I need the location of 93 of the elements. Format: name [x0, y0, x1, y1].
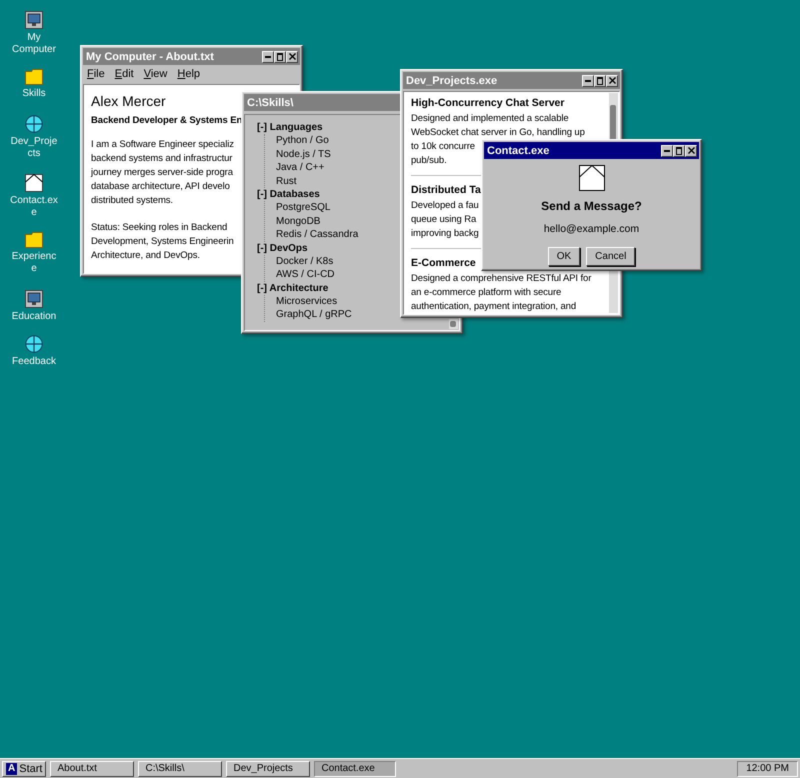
- title-bar[interactable]: My Computer - About.txt: [83, 48, 300, 65]
- close-icon: [288, 53, 296, 60]
- dialog-button[interactable]: OK: [548, 247, 580, 266]
- tree-category[interactable]: [-] DevOps: [257, 242, 308, 254]
- tree-item[interactable]: MongoDB: [276, 214, 320, 228]
- tree-category[interactable]: [-] Architecture: [257, 282, 328, 294]
- close-button[interactable]: [685, 144, 697, 156]
- text-line: journey merges server-side progra: [91, 166, 233, 180]
- tree-item[interactable]: Rust: [276, 174, 297, 188]
- maximize-icon: [597, 76, 603, 84]
- project-description: WebSocket chat server in Go, handling up: [411, 126, 585, 140]
- window-title: Contact.exe: [487, 144, 550, 156]
- menu-item[interactable]: File: [87, 68, 105, 80]
- tree-item[interactable]: Python / Go: [276, 134, 329, 148]
- project-description: to 10k concurre: [411, 140, 475, 154]
- envelope-icon[interactable]: [25, 174, 43, 192]
- maximize-button[interactable]: [274, 50, 286, 62]
- project-description: an e-commerce platform with secure: [411, 286, 562, 300]
- window-title: C:\Skills\: [247, 96, 294, 108]
- text-line: Architecture, and DevOps.: [91, 249, 200, 263]
- project-description: authentication, payment integration, and: [411, 300, 576, 314]
- close-button[interactable]: [286, 50, 298, 62]
- title-bar[interactable]: Dev_Projects.exe: [403, 72, 620, 89]
- maximize-icon: [277, 52, 283, 60]
- taskbar-button[interactable]: About.txt: [50, 760, 134, 776]
- tree-category[interactable]: [-] Databases: [257, 188, 320, 201]
- tree-item[interactable]: Microservices: [276, 294, 338, 308]
- tree-item[interactable]: PostgreSQL: [276, 201, 330, 214]
- globe-icon[interactable]: [25, 335, 43, 353]
- tree-item[interactable]: Node.js / TS: [276, 148, 331, 161]
- dialog-heading: Send a Message?: [541, 199, 642, 213]
- person-name: Alex Mercer: [91, 93, 166, 109]
- folder-icon[interactable]: [25, 232, 43, 248]
- project-title: E-Commerce: [411, 256, 476, 270]
- minimize-button[interactable]: [582, 74, 594, 86]
- tree-item[interactable]: Docker / K8s: [276, 254, 334, 268]
- dialog-button[interactable]: Cancel: [586, 247, 636, 266]
- maximize-button[interactable]: [594, 74, 606, 86]
- title-bar[interactable]: Contact.exe: [484, 142, 699, 159]
- project-description: improving backg: [411, 227, 479, 241]
- close-icon: [688, 147, 694, 154]
- text-line: Status: Seeking roles in Backend: [91, 221, 228, 235]
- tree-item[interactable]: GraphQL / gRPC: [276, 308, 352, 322]
- project-description: Designed a comprehensive RESTful API for: [411, 272, 592, 286]
- project-description: Designed and implemented a scalable: [411, 112, 569, 126]
- text-line: distributed systems.: [91, 194, 173, 208]
- desktop-icon-label[interactable]: Feedback: [10, 356, 58, 368]
- project-title: Distributed Ta: [411, 183, 481, 197]
- minimize-icon: [664, 150, 670, 152]
- menu-item[interactable]: View: [144, 68, 168, 80]
- minimize-button[interactable]: [661, 144, 673, 156]
- menu-item[interactable]: Edit: [114, 68, 134, 80]
- window-title: Dev_Projects.exe: [406, 74, 498, 86]
- globe-icon[interactable]: [25, 115, 43, 133]
- tree-item[interactable]: Redis / Cassandra: [276, 228, 358, 242]
- text-line: Development, Systems Engineerin: [91, 235, 234, 249]
- tree-item[interactable]: Java / C++: [276, 161, 324, 174]
- text-line: backend systems and infrastructur: [91, 152, 232, 166]
- desktop-icon-label[interactable]: Education: [10, 311, 58, 323]
- project-title: High-Concurrency Chat Server: [411, 96, 564, 110]
- email-address: hello@example.com: [544, 223, 640, 235]
- close-button[interactable]: [606, 74, 618, 86]
- project-description: Developed a fau: [411, 199, 479, 213]
- start-button[interactable]: A Start: [2, 760, 46, 776]
- desktop-icon-label[interactable]: My Computer: [10, 32, 58, 56]
- taskbar-button[interactable]: Dev_Projects: [226, 760, 310, 776]
- clock: 12:00 PM: [737, 760, 798, 776]
- project-description: queue using Ra: [411, 213, 476, 227]
- desktop-icon-label[interactable]: Contact.exe: [10, 195, 58, 219]
- window-title: My Computer - About.txt: [86, 50, 214, 62]
- tree-item[interactable]: AWS / CI-CD: [276, 268, 335, 282]
- desktop-icon-label[interactable]: Dev_Projects: [10, 136, 58, 160]
- tree-category[interactable]: [-] Languages: [257, 121, 323, 134]
- taskbar-button[interactable]: Contact.exe: [314, 760, 396, 776]
- monitor-icon[interactable]: [25, 290, 43, 308]
- text-line: database architecture, API develo: [91, 180, 230, 194]
- envelope-icon: [578, 165, 604, 191]
- maximize-button[interactable]: [673, 144, 685, 156]
- minimize-button[interactable]: [262, 50, 274, 62]
- folder-icon[interactable]: [25, 69, 43, 85]
- project-description: pub/sub.: [411, 154, 447, 168]
- desktop-icon-label[interactable]: Experience: [10, 251, 58, 275]
- monitor-icon[interactable]: [25, 11, 43, 29]
- desktop-icon-label[interactable]: Skills: [10, 88, 58, 100]
- minimize-icon: [585, 80, 591, 82]
- text-line: I am a Software Engineer specializ: [91, 138, 234, 152]
- close-icon: [608, 77, 616, 84]
- start-logo: A: [6, 762, 18, 774]
- minimize-icon: [265, 56, 271, 58]
- maximize-icon: [676, 146, 682, 154]
- scrollbar[interactable]: [449, 319, 458, 329]
- taskbar-button[interactable]: C:\Skills\: [138, 760, 222, 776]
- menu-item[interactable]: Help: [177, 68, 200, 80]
